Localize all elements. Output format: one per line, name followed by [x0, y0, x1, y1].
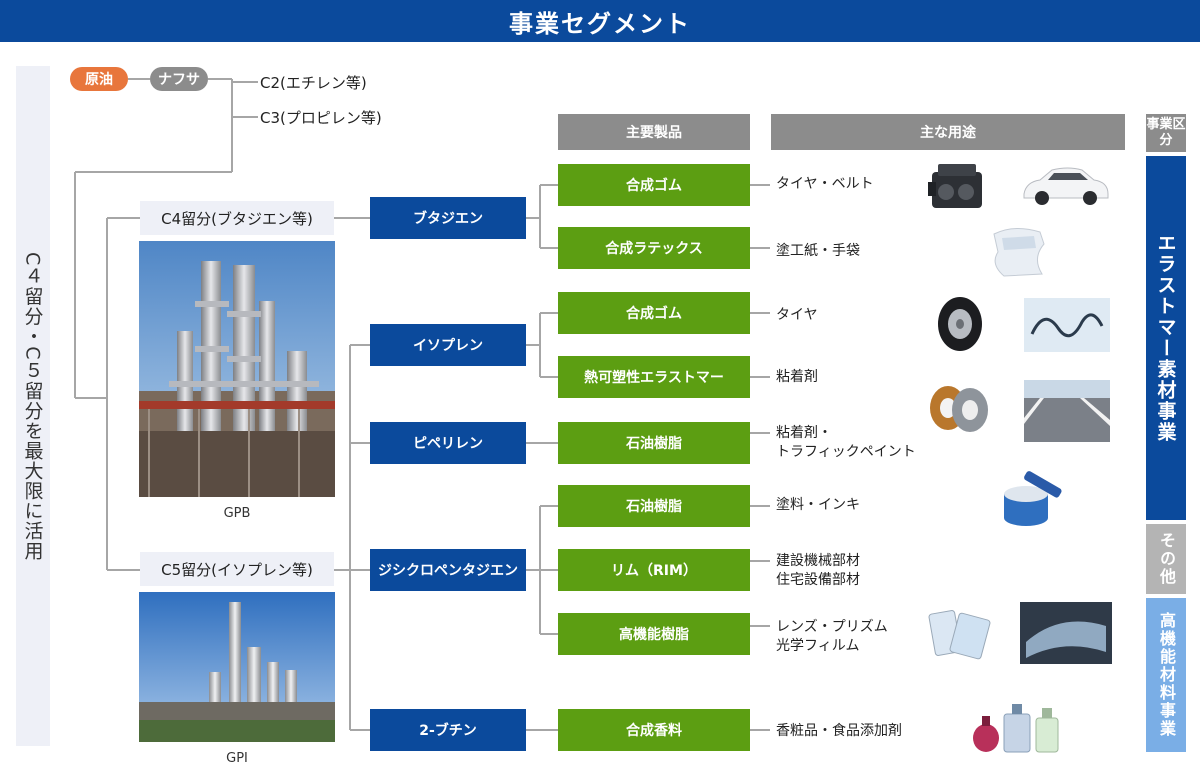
product-synthetic-rubber-1: 合成ゴム — [558, 164, 750, 206]
product-synthetic-rubber-2: 合成ゴム — [558, 292, 750, 334]
gpi-caption: GPI — [226, 751, 248, 766]
uses-column-header: 主な用途 — [771, 114, 1125, 150]
crude-oil-pill: 原油 — [70, 67, 128, 91]
perfume-icon — [973, 704, 1059, 753]
use-paint-ink: 塗料・インキ — [776, 497, 860, 513]
use-tires: タイヤ — [776, 307, 818, 323]
use-coated-paper-gloves: 塗工紙・手袋 — [776, 243, 860, 259]
paint-can-icon — [1004, 471, 1062, 526]
road-icon — [1024, 380, 1110, 442]
gpb-plant-photo — [139, 241, 335, 497]
gpi-plant-photo — [139, 592, 335, 742]
tablet-icon — [928, 610, 991, 660]
product-high-performance-resin: 高機能樹脂 — [558, 613, 750, 655]
glove-icon — [993, 228, 1045, 277]
car-icon — [1023, 167, 1109, 205]
material-piperylene: ピペリレン — [370, 422, 526, 464]
c3-fraction-label: C3(プロピレン等) — [260, 109, 382, 127]
material-dicyclopentadiene: ジシクロペンタジエン — [370, 549, 526, 591]
use-lens-optical-film: レンズ・プリズム 光学フィルム — [776, 619, 888, 654]
gpb-caption: GPB — [223, 506, 251, 521]
use-adhesive: 粘着剤 — [776, 369, 818, 385]
division-column-header: 事業区分 — [1146, 114, 1186, 152]
material-butadiene: ブタジエン — [370, 197, 526, 239]
division-other: その他 — [1146, 524, 1186, 594]
product-synthetic-latex: 合成ラテックス — [558, 227, 750, 269]
use-adhesive-traffic-paint: 粘着剤・ トラフィックペイント — [776, 425, 916, 460]
product-synthetic-fragrance: 合成香料 — [558, 709, 750, 751]
c4-fraction-label: C4留分(ブタジエン等) — [140, 201, 334, 235]
division-specialty-materials: 高機能材料事業 — [1146, 598, 1186, 752]
product-rim: リム（RIM） — [558, 549, 750, 591]
tape-icon — [930, 386, 988, 432]
naphtha-pill: ナフサ — [150, 67, 208, 91]
material-2-butyne: 2-ブチン — [370, 709, 526, 751]
product-thermoplastic-elastomer: 熱可塑性エラストマー — [558, 356, 750, 398]
arrow-right-icon — [128, 78, 150, 80]
c2-fraction-label: C2(エチレン等) — [260, 74, 367, 92]
use-tires-belts: タイヤ・ベルト — [776, 176, 874, 192]
tube-icon — [1024, 298, 1110, 352]
use-cosmetics-food-additives: 香粧品・食品添加剤 — [776, 723, 902, 739]
product-petroleum-resin-1: 石油樹脂 — [558, 422, 750, 464]
division-elastomer: エラストマー素材事業 — [1146, 156, 1186, 520]
film-icon — [1020, 602, 1112, 664]
product-petroleum-resin-2: 石油樹脂 — [558, 485, 750, 527]
engine-icon — [928, 164, 982, 208]
tire-icon — [938, 297, 982, 351]
c5-fraction-label: C5留分(イソプレン等) — [140, 552, 334, 586]
material-isoprene: イソプレン — [370, 324, 526, 366]
products-column-header: 主要製品 — [558, 114, 750, 150]
use-construction-housing-parts: 建設機械部材 住宅設備部材 — [776, 553, 860, 588]
